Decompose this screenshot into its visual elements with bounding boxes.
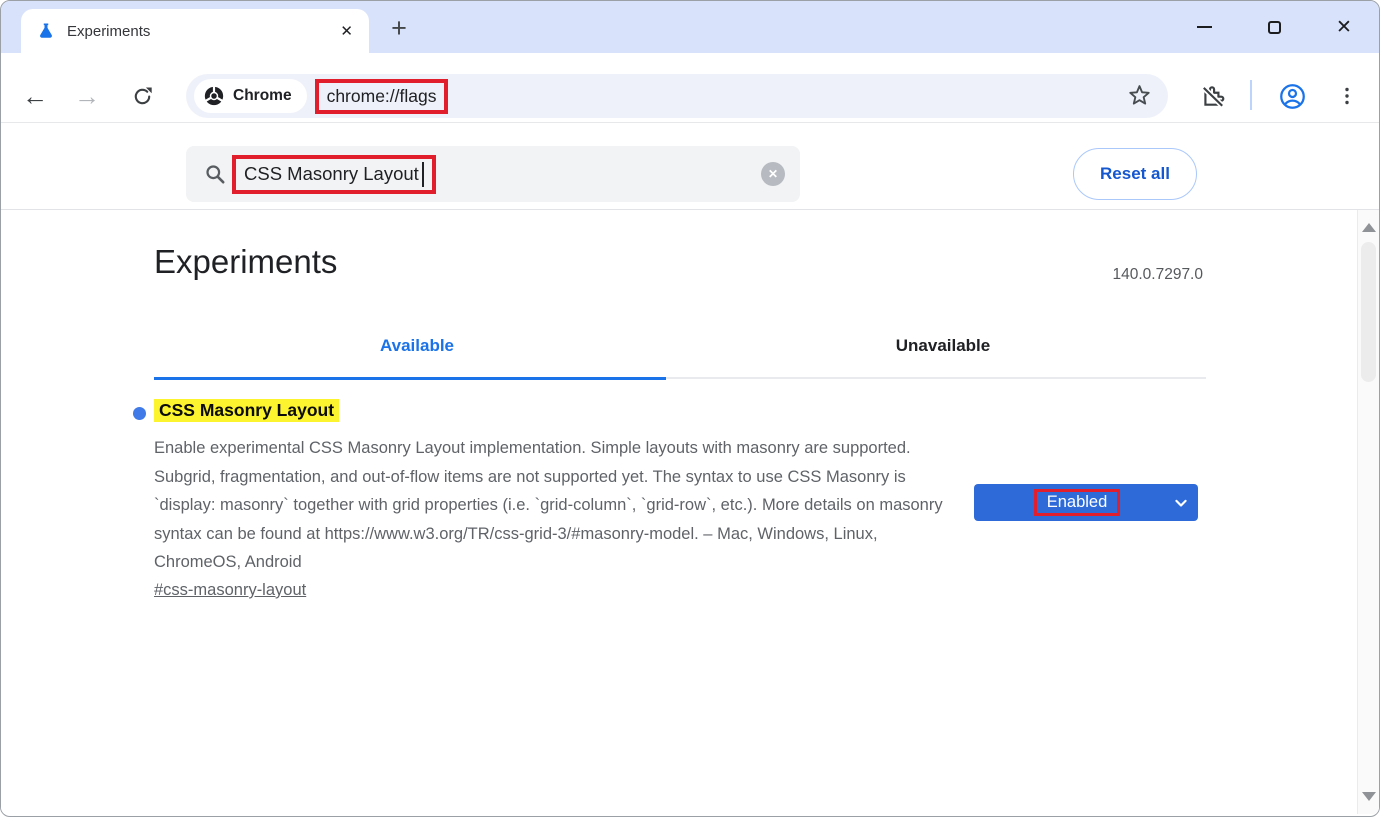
active-tab-underline (154, 377, 666, 380)
flag-description: Enable experimental CSS Masonry Layout i… (154, 434, 960, 577)
flag-state-dropdown[interactable]: Enabled (974, 484, 1198, 521)
tab-strip: Experiments ✕ + ✕ (1, 1, 1379, 53)
text-caret (422, 162, 424, 187)
extensions-off-icon[interactable] (1193, 76, 1233, 116)
clear-search-button[interactable]: ✕ (761, 162, 785, 186)
minimize-button[interactable] (1169, 1, 1239, 53)
page-title: Experiments (154, 243, 337, 281)
annotation-box-state: Enabled (1034, 489, 1121, 516)
maximize-icon (1268, 21, 1281, 34)
search-icon (203, 162, 227, 186)
search-value: CSS Masonry Layout (244, 163, 419, 185)
chevron-down-icon (1171, 493, 1191, 513)
scroll-down-arrow-icon[interactable] (1362, 792, 1376, 801)
browser-tab[interactable]: Experiments ✕ (21, 9, 369, 53)
new-tab-button[interactable]: + (383, 15, 415, 43)
flag-permalink[interactable]: #css-masonry-layout (154, 581, 306, 600)
version-label: 140.0.7297.0 (1112, 266, 1203, 284)
reload-icon (131, 85, 154, 108)
site-chip-label: Chrome (233, 87, 292, 105)
annotation-box-search: CSS Masonry Layout (232, 155, 436, 194)
tab-close-icon[interactable]: ✕ (340, 22, 353, 40)
toolbar-divider (1250, 80, 1252, 110)
profile-avatar-icon[interactable] (1272, 76, 1312, 116)
flag-title-row: CSS Masonry Layout (154, 399, 339, 422)
page-scrollbar[interactable] (1357, 210, 1379, 814)
back-button[interactable]: ← (15, 76, 55, 116)
flags-tabs: Available Unavailable (154, 322, 1206, 380)
scrollbar-thumb[interactable] (1361, 242, 1376, 382)
tab-title: Experiments (67, 23, 150, 40)
flag-name-highlight: CSS Masonry Layout (154, 399, 339, 422)
close-window-button[interactable]: ✕ (1309, 1, 1379, 53)
reset-all-button[interactable]: Reset all (1073, 148, 1197, 200)
url-text: chrome://flags (327, 86, 437, 107)
site-chip[interactable]: Chrome (194, 79, 307, 113)
tabs-divider (666, 377, 1206, 379)
menu-kebab-icon[interactable] (1327, 76, 1367, 116)
browser-toolbar: ← → (1, 53, 1379, 123)
tab-unavailable[interactable]: Unavailable (680, 322, 1206, 380)
browser-window: Experiments ✕ + ✕ ← → (0, 0, 1380, 817)
maximize-button[interactable] (1239, 1, 1309, 53)
chrome-logo-icon (203, 85, 225, 107)
flask-favicon-icon (37, 22, 55, 40)
reload-button[interactable] (122, 76, 162, 116)
scroll-up-arrow-icon[interactable] (1362, 223, 1376, 232)
flags-search-row: CSS Masonry Layout ✕ Reset all (1, 123, 1379, 210)
flag-bullet-dot (133, 407, 146, 420)
tab-available[interactable]: Available (154, 322, 680, 380)
bookmark-star-icon[interactable] (1127, 83, 1152, 113)
forward-button[interactable]: → (67, 76, 107, 116)
minimize-icon (1197, 26, 1212, 28)
flags-page-content: Experiments 140.0.7297.0 Available Unava… (1, 210, 1379, 814)
address-bar[interactable]: Chrome chrome://flags (186, 74, 1168, 118)
search-input[interactable]: CSS Masonry Layout ✕ (186, 146, 800, 202)
annotation-box-url: chrome://flags (315, 79, 449, 114)
window-controls: ✕ (1169, 1, 1379, 53)
